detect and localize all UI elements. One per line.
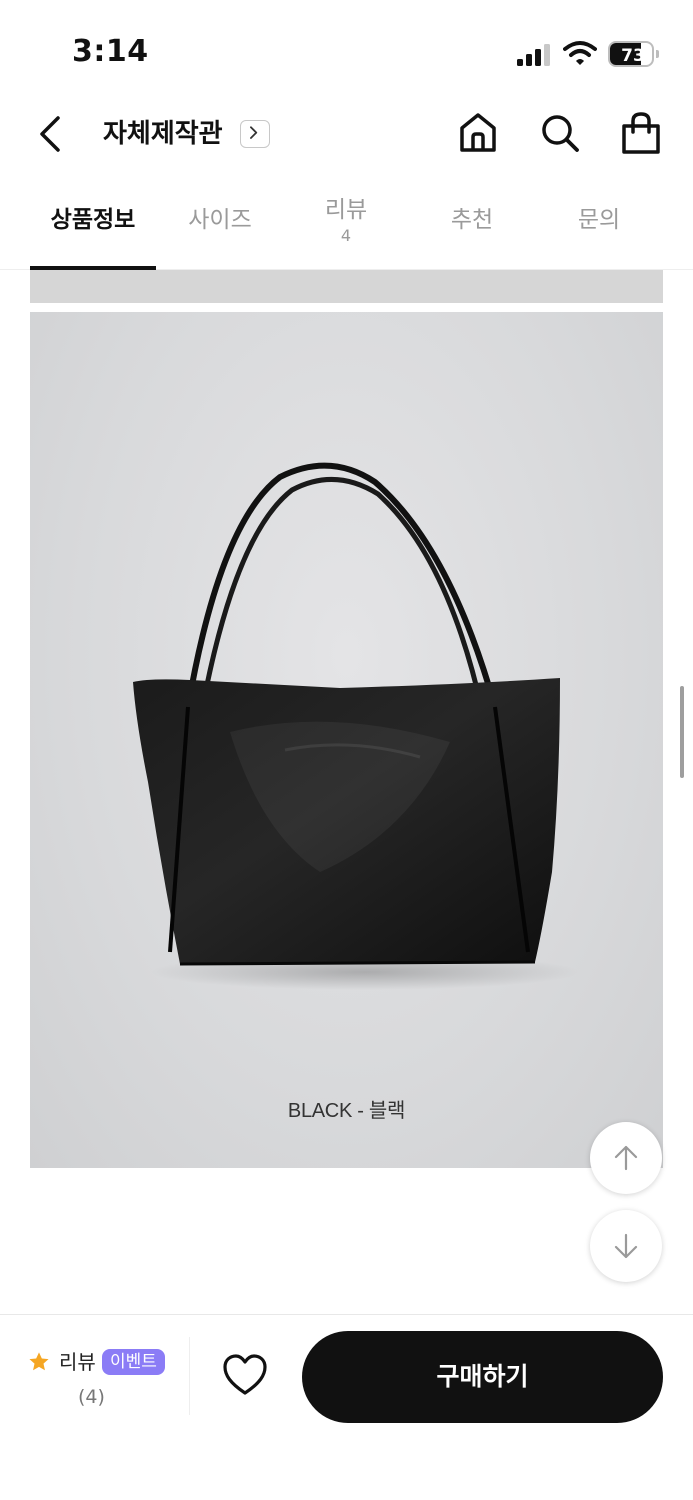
image-caption: BLACK - 블랙 (287, 1100, 406, 1122)
tab-review-count: 4 (340, 226, 352, 245)
arrow-down-icon (614, 1233, 638, 1259)
product-image: BLACK - 블랙 (30, 312, 663, 1168)
tab-label: 추천 (450, 207, 494, 233)
review-count: (4) (78, 1386, 105, 1408)
buy-button[interactable]: 구매하기 (302, 1331, 663, 1423)
review-label: 리뷰 (59, 1350, 96, 1374)
tab-label: 상품정보 (50, 207, 136, 233)
home-icon[interactable] (456, 110, 500, 156)
tab-label: 문의 (577, 207, 621, 233)
heart-outline-icon[interactable] (220, 1351, 270, 1401)
top-navigation-bar: 자체제작관 (0, 100, 693, 170)
battery-level: 73 (621, 46, 645, 66)
tab-product-info[interactable]: 상품정보 (30, 182, 156, 270)
product-tabs: 상품정보 사이즈 리뷰 4 추천 문의 (0, 182, 693, 270)
tab-label: 사이즈 (188, 207, 252, 233)
tab-label: 리뷰 (324, 197, 368, 223)
tab-inquiry[interactable]: 문의 (536, 182, 662, 270)
scroll-to-bottom-button[interactable] (590, 1210, 662, 1282)
review-summary-button[interactable]: 리뷰 이벤트 (4) (22, 1345, 182, 1415)
scroll-to-top-button[interactable] (590, 1122, 662, 1194)
status-bar: 3:14 73 (0, 0, 693, 100)
shopping-bag-icon[interactable] (619, 110, 663, 156)
divider (189, 1337, 190, 1415)
previous-product-image (30, 270, 663, 303)
status-time: 3:14 (72, 34, 149, 69)
store-link-button[interactable] (240, 120, 270, 148)
tote-bag-illustration (133, 462, 580, 990)
battery-icon: 73 (608, 41, 659, 67)
store-title[interactable]: 자체제작관 (103, 114, 223, 154)
scrollbar-thumb[interactable] (680, 686, 684, 778)
wifi-icon (563, 41, 597, 65)
search-icon[interactable] (538, 110, 582, 156)
tab-size[interactable]: 사이즈 (157, 182, 283, 270)
event-badge: 이벤트 (102, 1349, 165, 1375)
star-icon (29, 1352, 49, 1371)
arrow-up-icon (614, 1145, 638, 1171)
cellular-signal-icon (517, 44, 550, 66)
bottom-action-bar: 리뷰 이벤트 (4) 구매하기 (0, 1314, 693, 1500)
back-chevron-icon[interactable] (30, 112, 74, 156)
chevron-right-icon (250, 126, 258, 139)
tab-recommend[interactable]: 추천 (409, 182, 535, 270)
tab-reviews[interactable]: 리뷰 4 (283, 182, 409, 270)
product-detail-content[interactable]: BLACK - 블랙 (0, 270, 693, 1314)
